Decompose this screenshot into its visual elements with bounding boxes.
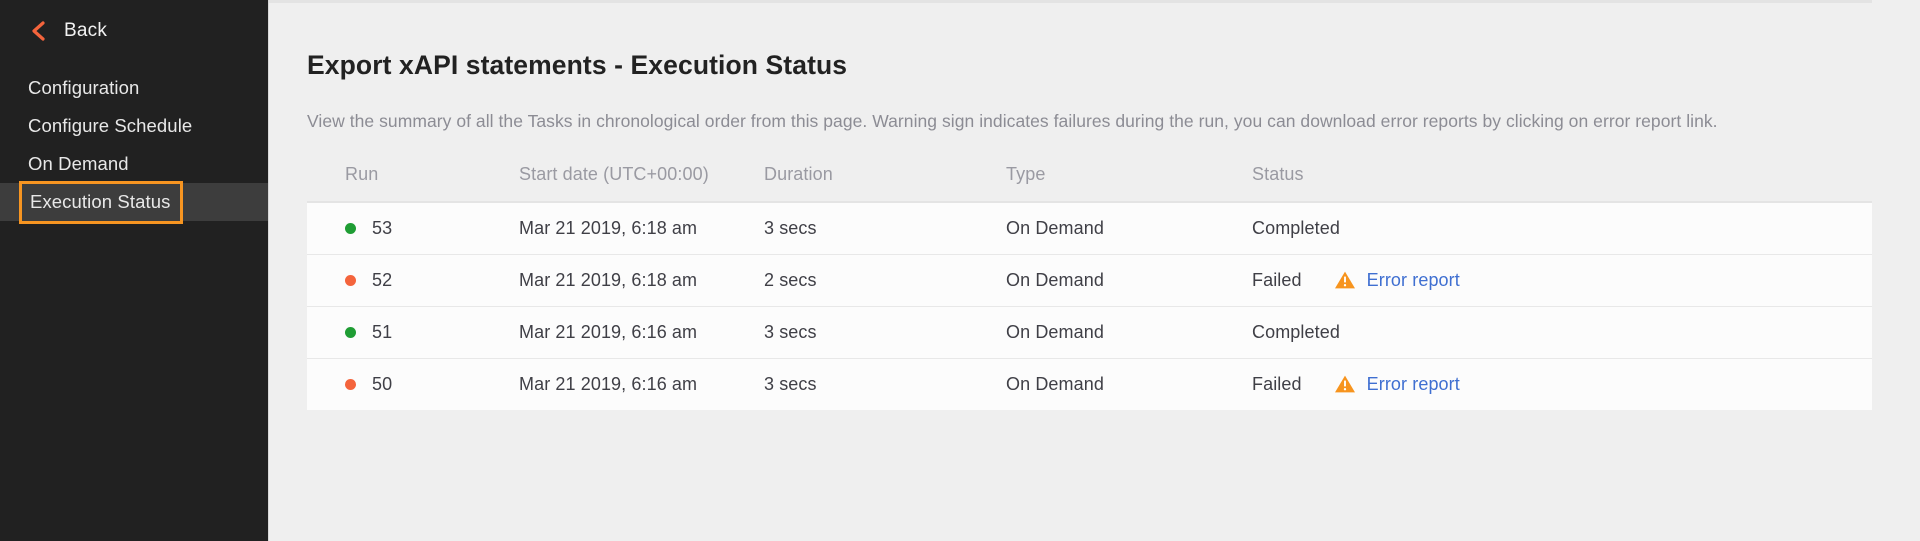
sidebar-item-configure-schedule[interactable]: Configure Schedule [0, 107, 268, 145]
back-label: Back [64, 20, 108, 41]
cell-status: Failed Error report [1252, 254, 1872, 306]
run-number: 51 [372, 321, 393, 342]
status-dot-success [345, 326, 356, 338]
error-report-link[interactable]: Error report [1334, 270, 1460, 291]
cell-duration: 3 secs [764, 217, 817, 238]
table-header-row: Run Start date (UTC+00:00) Duration Type… [307, 164, 1872, 202]
column-header-start-date[interactable]: Start date (UTC+00:00) [519, 164, 764, 202]
cell-type: On Demand [1006, 269, 1104, 290]
cell-run: 52 [307, 254, 519, 306]
cell-status: Completed [1252, 202, 1872, 255]
table-row[interactable]: 52 Mar 21 2019, 6:18 am 2 secs On Demand… [307, 254, 1872, 306]
table-header: Run Start date (UTC+00:00) Duration Type… [307, 164, 1872, 202]
column-header-duration[interactable]: Duration [764, 164, 1006, 202]
sidebar-nav: Configuration Configure Schedule On Dema… [0, 69, 268, 224]
cell-status: Failed Error report [1252, 358, 1872, 410]
sidebar-item-label: On Demand [28, 153, 129, 174]
error-report-label: Error report [1366, 269, 1460, 290]
cell-type: On Demand [1006, 321, 1104, 342]
back-button[interactable]: Back [0, 0, 268, 62]
status-label: Failed [1252, 269, 1302, 290]
warning-triangle-icon [1334, 270, 1356, 290]
cell-duration: 3 secs [764, 373, 817, 394]
sidebar-item-label: Configure Schedule [28, 115, 193, 136]
cell-duration: 2 secs [764, 269, 817, 290]
cell-start-date: Mar 21 2019, 6:16 am [519, 373, 698, 394]
table-row[interactable]: 50 Mar 21 2019, 6:16 am 3 secs On Demand… [307, 358, 1872, 410]
page-description: View the summary of all the Tasks in chr… [307, 111, 1718, 131]
content-right-gutter [1872, 0, 1920, 541]
sidebar-item-label: Configuration [28, 77, 140, 98]
cell-run: 50 [307, 358, 519, 410]
run-number: 53 [372, 217, 393, 238]
cell-duration: 3 secs [764, 321, 817, 342]
sidebar: Back Configuration Configure Schedule On… [0, 0, 268, 541]
table-body: 53 Mar 21 2019, 6:18 am 3 secs On Demand… [307, 201, 1872, 410]
cell-status: Completed [1252, 306, 1872, 358]
sidebar-item-configuration[interactable]: Configuration [0, 69, 268, 107]
cell-run: 53 [307, 202, 519, 255]
execution-status-table: Run Start date (UTC+00:00) Duration Type… [307, 164, 1872, 410]
sidebar-item-label: Execution Status [18, 180, 184, 224]
status-label: Completed [1252, 321, 1340, 342]
cell-type: On Demand [1006, 373, 1104, 394]
page-title: Export xAPI statements - Execution Statu… [307, 50, 848, 80]
cell-start-date: Mar 21 2019, 6:18 am [519, 269, 698, 290]
status-label: Failed [1252, 373, 1302, 394]
table-row[interactable]: 51 Mar 21 2019, 6:16 am 3 secs On Demand… [307, 306, 1872, 358]
sidebar-item-on-demand[interactable]: On Demand [0, 145, 268, 183]
error-report-link[interactable]: Error report [1334, 374, 1460, 395]
run-number: 50 [372, 373, 393, 394]
error-report-label: Error report [1366, 373, 1460, 394]
warning-triangle-icon [1334, 374, 1356, 394]
cell-start-date: Mar 21 2019, 6:18 am [519, 217, 698, 238]
main-content: Export xAPI statements - Execution Statu… [268, 0, 1920, 541]
status-dot-failed [345, 274, 356, 286]
cell-start-date: Mar 21 2019, 6:16 am [519, 321, 698, 342]
chevron-left-icon [30, 19, 46, 43]
run-number: 52 [372, 269, 393, 290]
content-top-divider [269, 0, 1920, 3]
cell-run: 51 [307, 306, 519, 358]
column-header-run[interactable]: Run [307, 164, 519, 202]
column-header-type[interactable]: Type [1006, 164, 1252, 202]
table-row[interactable]: 53 Mar 21 2019, 6:18 am 3 secs On Demand… [307, 201, 1872, 255]
app-root: Back Configuration Configure Schedule On… [0, 0, 1920, 541]
status-label: Completed [1252, 217, 1340, 238]
cell-type: On Demand [1006, 217, 1104, 238]
status-dot-failed [345, 378, 356, 390]
sidebar-item-execution-status[interactable]: Execution Status [0, 180, 268, 224]
status-dot-success [345, 222, 356, 234]
execution-status-table-wrapper: Run Start date (UTC+00:00) Duration Type… [307, 164, 1872, 410]
column-header-status[interactable]: Status [1252, 164, 1872, 202]
